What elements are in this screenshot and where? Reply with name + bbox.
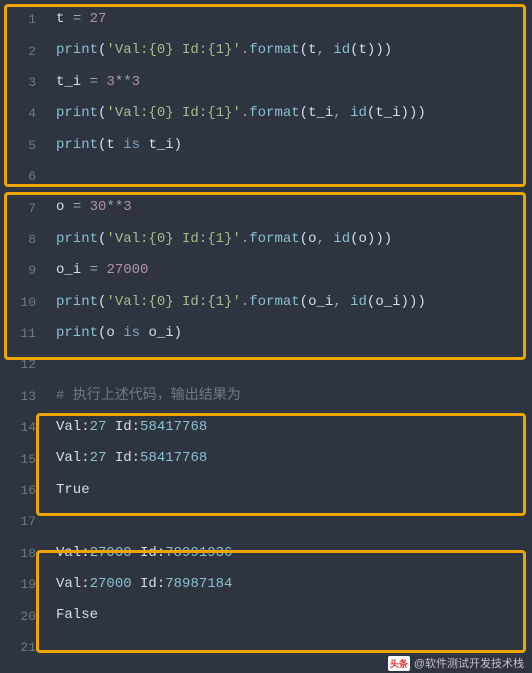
code-line: 2print('Val:{0} Id:{1}'.format(t, id(t))…: [0, 35, 532, 66]
line-number: 19: [0, 577, 46, 592]
code-line: 10print('Val:{0} Id:{1}'.format(o_i, id(…: [0, 287, 532, 318]
line-number: 1: [0, 12, 46, 27]
code-content: o_i = 27000: [46, 255, 532, 286]
line-number: 2: [0, 44, 46, 59]
watermark-logo: 头条: [388, 656, 410, 671]
line-number: 13: [0, 389, 46, 404]
code-content: Val:27000 Id:78991936: [46, 538, 532, 569]
code-line: 6: [0, 161, 532, 192]
code-line: 1t = 27: [0, 4, 532, 35]
code-line: 17: [0, 506, 532, 537]
code-line: 5print(t is t_i): [0, 130, 532, 161]
line-number: 20: [0, 609, 46, 624]
code-content: t_i = 3**3: [46, 67, 532, 98]
line-number: 12: [0, 357, 46, 372]
code-line: 18Val:27000 Id:78991936: [0, 538, 532, 569]
line-number: 16: [0, 483, 46, 498]
code-content: # 执行上述代码，输出结果为: [46, 381, 532, 412]
line-number: 21: [0, 640, 46, 655]
code-content: True: [46, 475, 532, 506]
line-number: 7: [0, 201, 46, 216]
line-number: 18: [0, 546, 46, 561]
line-number: 17: [0, 514, 46, 529]
line-number: 8: [0, 232, 46, 247]
code-content: print(o is o_i): [46, 318, 532, 349]
line-number: 11: [0, 326, 46, 341]
code-content: print('Val:{0} Id:{1}'.format(o, id(o))): [46, 224, 532, 255]
line-number: 5: [0, 138, 46, 153]
code-line: 4print('Val:{0} Id:{1}'.format(t_i, id(t…: [0, 98, 532, 129]
watermark-account: @软件测试开发技术栈: [414, 655, 524, 671]
code-content: t = 27: [46, 4, 532, 35]
code-content: Val:27000 Id:78987184: [46, 569, 532, 600]
code-content: Val:27 Id:58417768: [46, 412, 532, 443]
line-number: 10: [0, 295, 46, 310]
code-line: 13# 执行上述代码，输出结果为: [0, 381, 532, 412]
line-number: 15: [0, 452, 46, 467]
code-line: 20False: [0, 600, 532, 631]
line-number: 9: [0, 263, 46, 278]
code-line: 8print('Val:{0} Id:{1}'.format(o, id(o))…: [0, 224, 532, 255]
code-editor: 1t = 272print('Val:{0} Id:{1}'.format(t,…: [0, 0, 532, 663]
code-line: 14Val:27 Id:58417768: [0, 412, 532, 443]
line-number: 6: [0, 169, 46, 184]
code-line: 3t_i = 3**3: [0, 67, 532, 98]
code-line: 16True: [0, 475, 532, 506]
code-line: 15Val:27 Id:58417768: [0, 443, 532, 474]
watermark: 头条 @软件测试开发技术栈: [388, 655, 524, 671]
code-content: print('Val:{0} Id:{1}'.format(t_i, id(t_…: [46, 98, 532, 129]
code-content: print('Val:{0} Id:{1}'.format(o_i, id(o_…: [46, 287, 532, 318]
code-line: 12: [0, 349, 532, 380]
code-line: 19Val:27000 Id:78987184: [0, 569, 532, 600]
code-content: print(t is t_i): [46, 130, 532, 161]
code-content: o = 30**3: [46, 192, 532, 223]
code-content: print('Val:{0} Id:{1}'.format(t, id(t))): [46, 35, 532, 66]
code-line: 7o = 30**3: [0, 192, 532, 223]
line-number: 3: [0, 75, 46, 90]
line-number: 14: [0, 420, 46, 435]
code-content: Val:27 Id:58417768: [46, 443, 532, 474]
code-line: 11print(o is o_i): [0, 318, 532, 349]
line-number: 4: [0, 106, 46, 121]
code-content: False: [46, 600, 532, 631]
code-line: 9o_i = 27000: [0, 255, 532, 286]
